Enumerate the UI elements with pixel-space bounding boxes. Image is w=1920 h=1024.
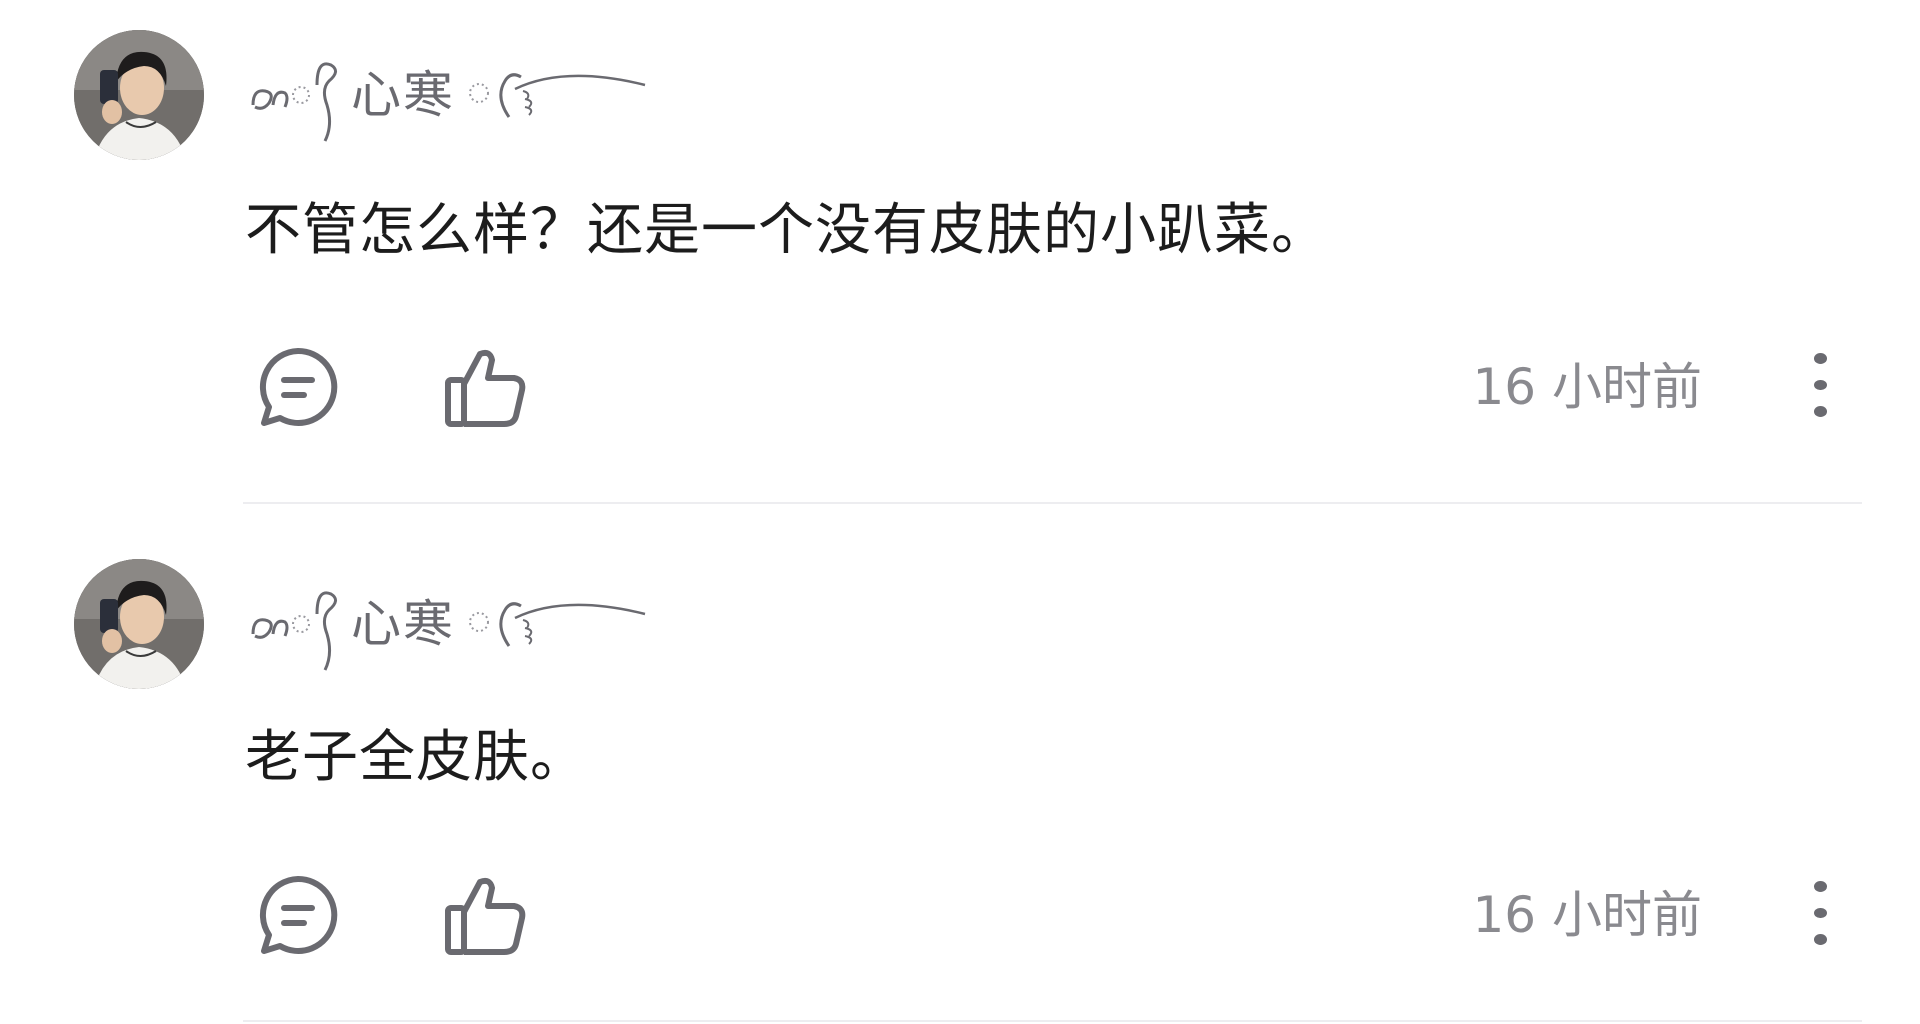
avatar[interactable] [74,559,204,689]
thumbs-up-icon [445,877,526,955]
comment-bubble-icon [259,875,338,954]
more-dot [1813,379,1827,391]
like-button[interactable] [440,342,530,432]
comment-text: 老子全皮肤。 [245,725,587,790]
avatar-photo-icon [74,559,204,689]
comment-timestamp: 16 小时前 [1472,358,1702,416]
more-dot [1813,881,1827,892]
comment-timestamp: 16 小时前 [1472,886,1702,944]
more-dot [1813,353,1827,364]
thumbs-up-icon [445,349,526,427]
username-deco-right-icon [465,45,655,145]
like-button[interactable] [440,870,530,960]
username-deco-left-icon [245,45,345,145]
more-options-button[interactable] [1800,345,1840,425]
comment-bubble-icon [259,347,338,426]
more-options-button[interactable] [1800,873,1840,953]
more-dot [1813,406,1827,418]
username[interactable]: 心寒 [245,55,655,142]
reply-button[interactable] [253,870,343,960]
comment-item: 心寒 不管怎么样？还是一个没有皮肤的小趴菜。 16 小时前 [0,0,1920,505]
username[interactable]: 心寒 [245,584,655,671]
more-dot [1813,934,1827,946]
more-dot [1813,907,1827,919]
comment-divider [243,1020,1862,1022]
comment-text: 不管怎么样？还是一个没有皮肤的小趴菜。 [245,198,1328,263]
username-text: 心寒 [351,66,455,124]
avatar-photo-icon [74,30,204,160]
username-deco-left-icon [245,574,345,674]
comment-item: 心寒 老子全皮肤。 16 小时前 [0,530,1920,1024]
username-text: 心寒 [351,595,455,653]
avatar[interactable] [74,30,204,160]
username-deco-right-icon [465,574,655,674]
comment-divider [243,502,1862,504]
reply-button[interactable] [253,342,343,432]
